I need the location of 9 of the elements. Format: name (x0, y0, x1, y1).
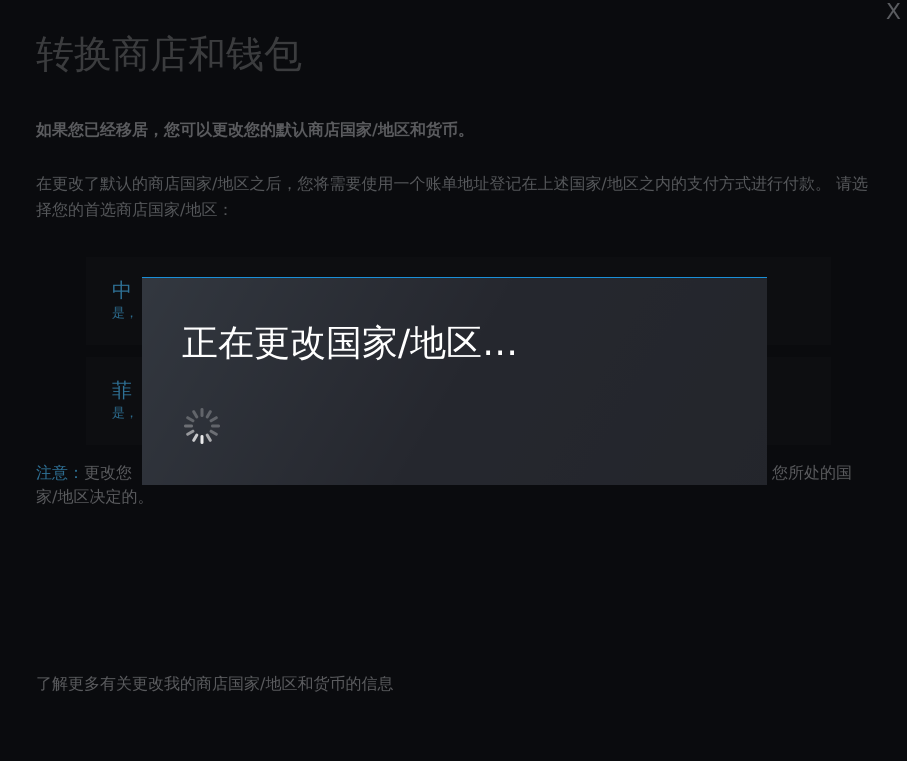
learn-more-link[interactable]: 了解更多有关更改我的商店国家/地区和货币的信息 (36, 674, 871, 695)
instructions-text: 在更改了默认的商店国家/地区之后，您将需要使用一个账单地址登记在上述国家/地区之内的支付方式进行付款。 请选择您的首选商店国家/地区： (36, 173, 869, 221)
dialog-title: 正在更改国家/地区… (182, 322, 518, 366)
note-text: 您所处的国 (772, 462, 852, 484)
note-label: 注意： (36, 463, 84, 482)
close-button[interactable]: X (884, 0, 903, 25)
note-text: 更改您 (84, 463, 132, 482)
note-text: 家/地区决定的。 (36, 486, 154, 508)
intro-text: 如果您已经移居，您可以更改您的默认商店国家/地区和货币。 (36, 120, 475, 141)
